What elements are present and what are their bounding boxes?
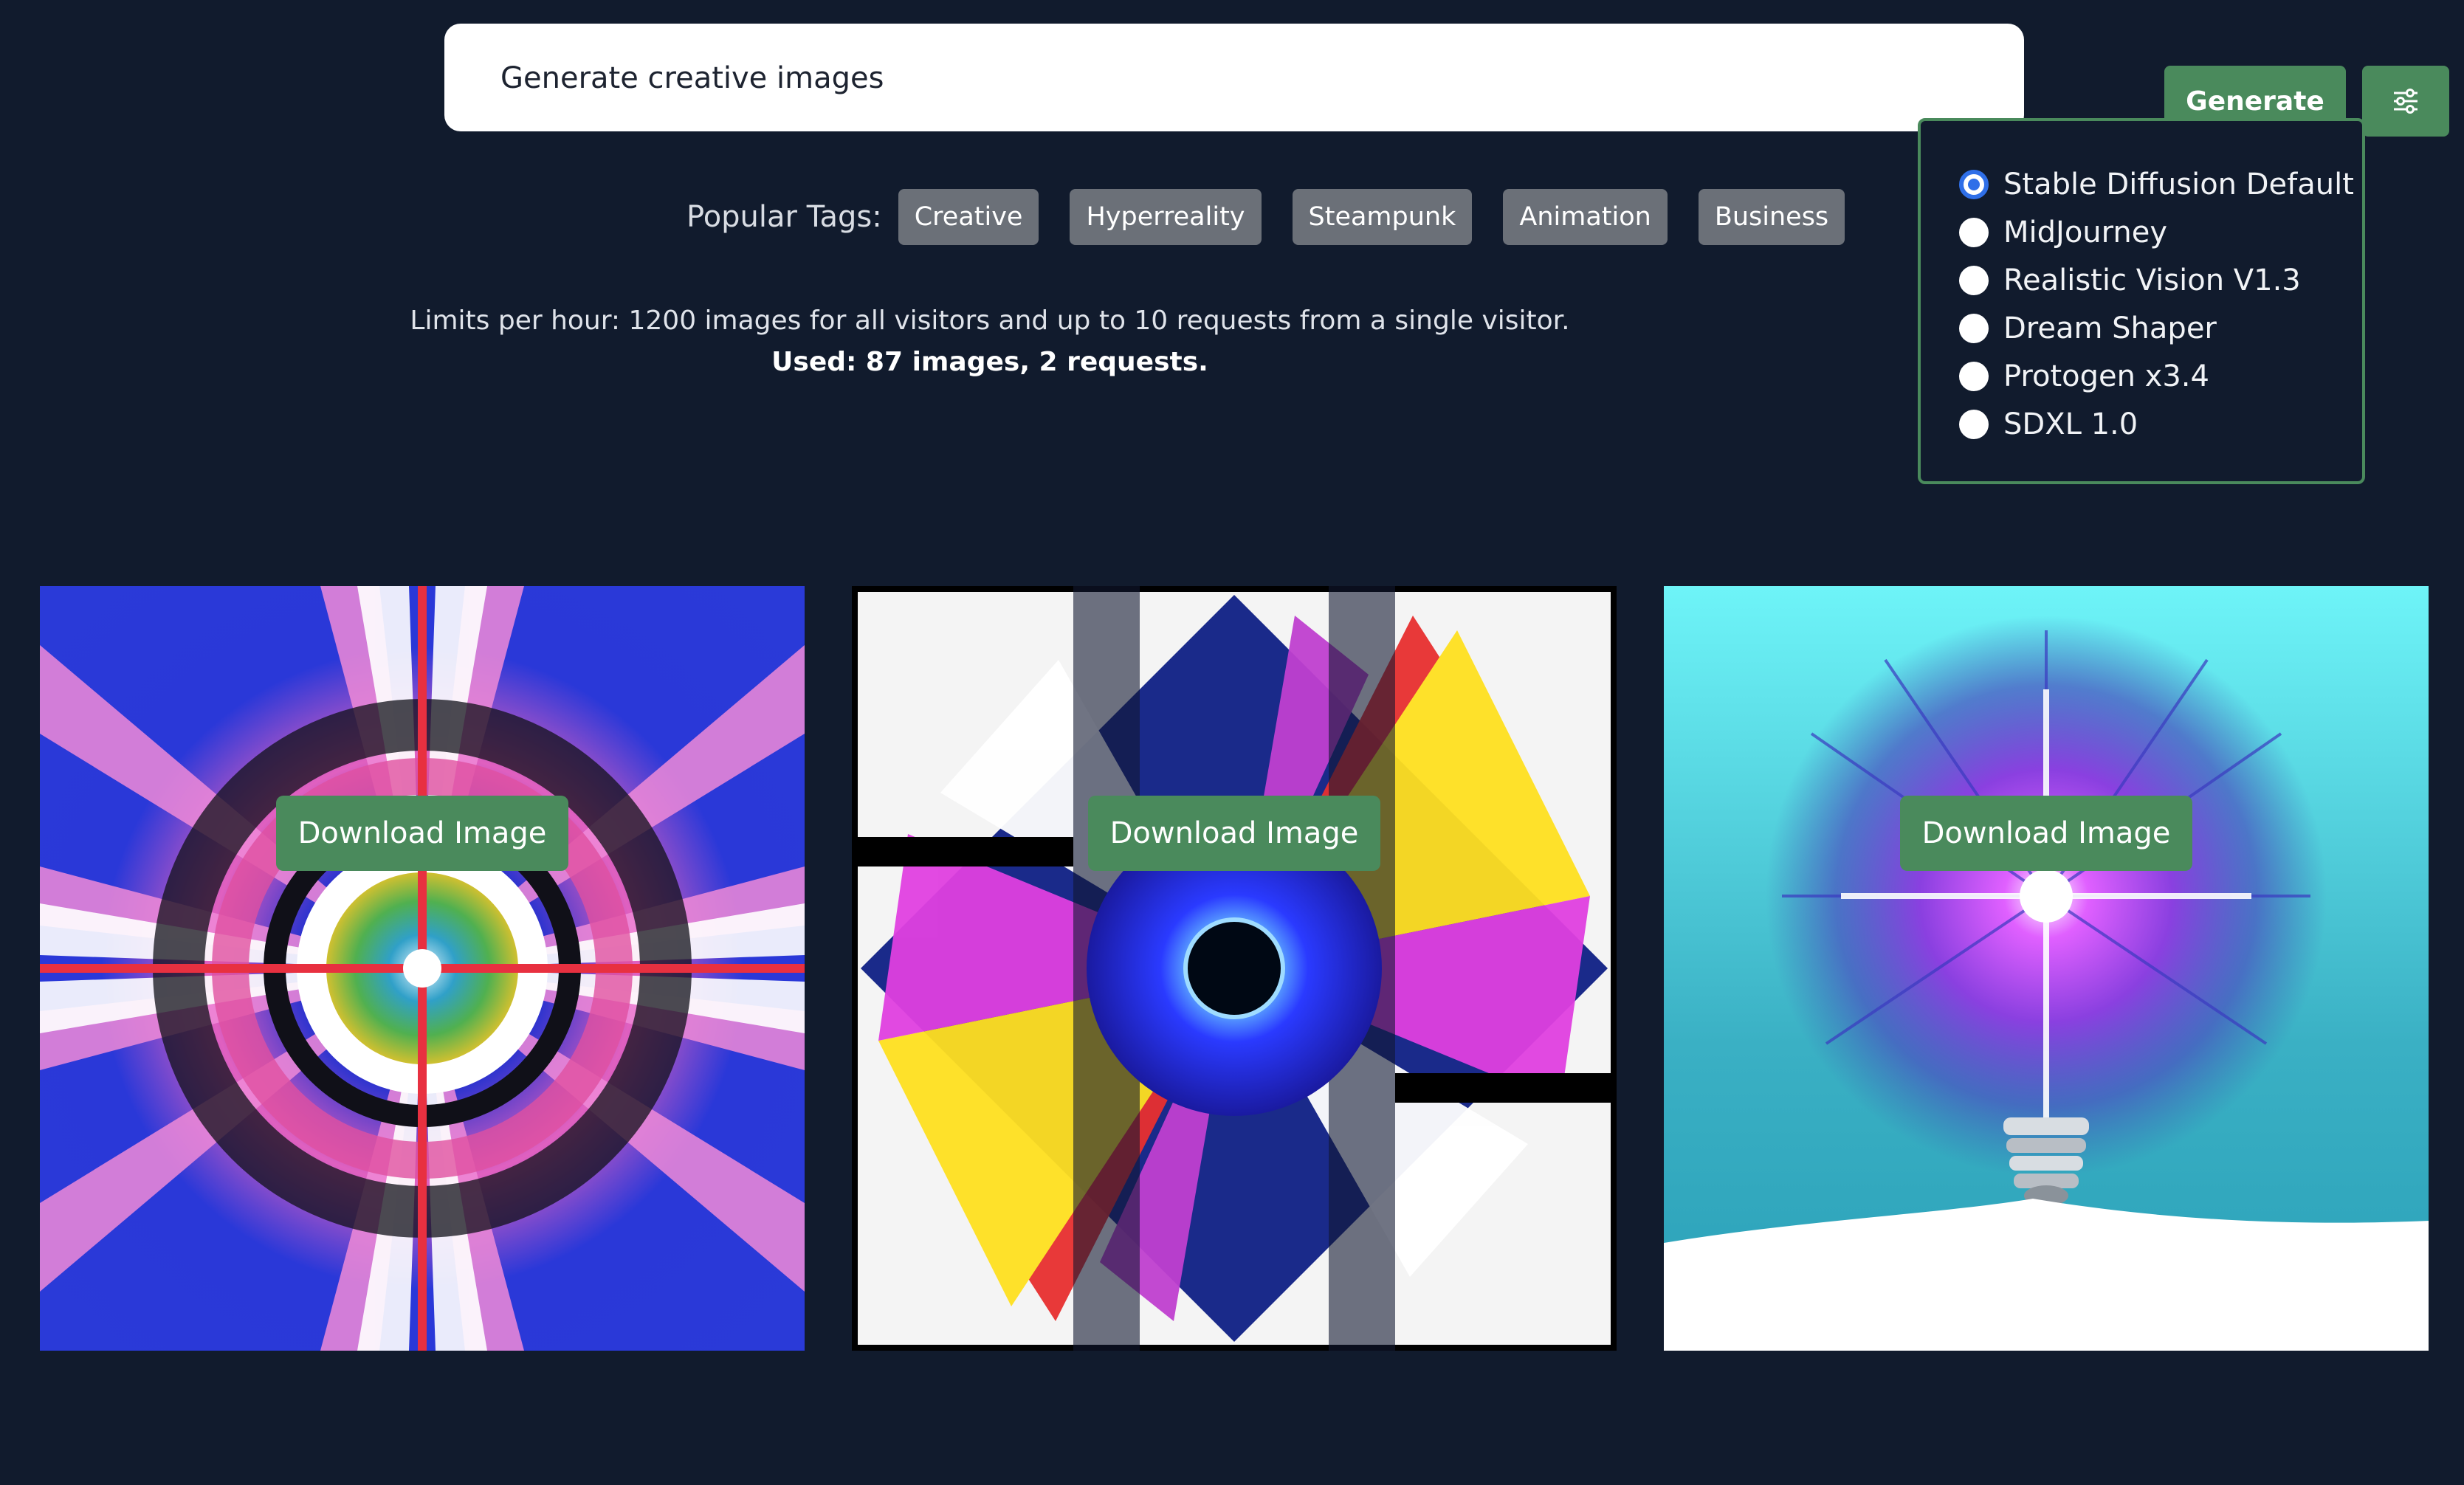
image-card	[852, 586, 1617, 1351]
radio-button-checked[interactable]	[1959, 170, 1989, 199]
radio-button[interactable]	[1959, 266, 1989, 295]
popular-tags-label: Popular Tags:	[686, 200, 882, 234]
model-option-realistic-vision[interactable]: Realistic Vision V1.3	[1959, 258, 2301, 303]
tag-animation[interactable]: Animation	[1503, 189, 1668, 245]
tag-hyperreality[interactable]: Hyperreality	[1070, 189, 1262, 245]
model-option-label: Realistic Vision V1.3	[2003, 263, 2301, 297]
image-card	[40, 586, 805, 1351]
search-bar: Generate	[444, 24, 2449, 137]
sliders-icon	[2394, 89, 2417, 114]
tag-creative[interactable]: Creative	[898, 189, 1039, 245]
radio-button[interactable]	[1959, 410, 1989, 439]
popular-tags: Popular Tags: Creative Hyperreality Stea…	[686, 189, 1876, 245]
model-option-sdxl[interactable]: SDXL 1.0	[1959, 402, 2138, 447]
model-option-label: MidJourney	[2003, 216, 2168, 249]
tag-steampunk[interactable]: Steampunk	[1292, 189, 1473, 245]
radio-button[interactable]	[1959, 218, 1989, 247]
model-dropdown: Stable Diffusion Default MidJourney Real…	[1918, 118, 2365, 484]
model-option-label: Stable Diffusion Default	[2003, 168, 2354, 201]
generated-image	[852, 586, 1617, 1351]
download-image-button-2[interactable]: Download Image	[1088, 796, 1380, 871]
limits-text: Limits per hour: 1200 images for all vis…	[410, 306, 1570, 336]
tag-business[interactable]: Business	[1698, 189, 1845, 245]
model-option-midjourney[interactable]: MidJourney	[1959, 210, 2167, 255]
usage-text: Used: 87 images, 2 requests.	[771, 347, 1208, 377]
download-image-button-3[interactable]: Download Image	[1900, 796, 2192, 871]
model-option-stable-diffusion[interactable]: Stable Diffusion Default	[1959, 162, 2354, 207]
generated-image	[40, 586, 805, 1351]
search-input[interactable]	[499, 49, 1388, 108]
settings-button[interactable]	[2362, 66, 2449, 137]
image-card	[1664, 586, 2429, 1351]
generated-image	[1664, 586, 2429, 1351]
model-option-label: SDXL 1.0	[2003, 407, 2138, 441]
download-image-button-1[interactable]: Download Image	[276, 796, 568, 871]
